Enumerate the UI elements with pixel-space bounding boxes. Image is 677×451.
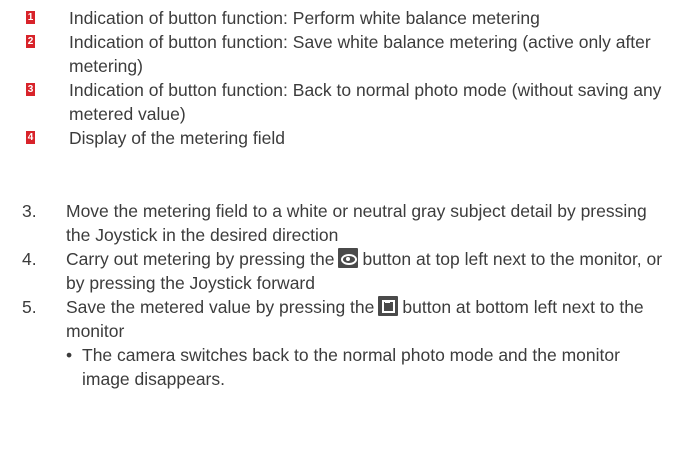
legend-marker-1: 1 (26, 11, 35, 24)
step-5: 5. Save the metered value by pressing th… (22, 295, 670, 343)
step-3: 3. Move the metering field to a white or… (22, 199, 670, 247)
legend-item: 1 Indication of button function: Perform… (26, 6, 666, 30)
eye-icon (338, 248, 359, 268)
step-text: Save the metered value by pressing the bu… (66, 295, 670, 343)
step-text: Move the metering field to a white or ne… (66, 201, 647, 245)
step-number: 4. (22, 249, 37, 269)
step-text: Carry out metering by pressing the button… (66, 247, 670, 295)
legend-marker-2: 2 (26, 35, 35, 48)
legend-text-3: Indication of button function: Back to n… (69, 80, 662, 124)
legend-marker-4: 4 (26, 131, 35, 144)
steps-list: 3. Move the metering field to a white or… (22, 199, 670, 391)
legend-marker-3: 3 (26, 83, 35, 96)
save-icon (378, 296, 399, 316)
step-text-before: Save the metered value by pressing the (66, 297, 375, 317)
legend-text-1: Indication of button function: Perform w… (69, 8, 540, 28)
legend-item: 4 Display of the metering field (26, 126, 666, 150)
step-4: 4. Carry out metering by pressing the but… (22, 247, 670, 295)
legend-text-4: Display of the metering field (69, 128, 285, 148)
step-text-before: Carry out metering by pressing the (66, 249, 335, 269)
step-number: 3. (22, 201, 37, 221)
legend-item: 3 Indication of button function: Back to… (26, 78, 666, 126)
bullet-text: The camera switches back to the normal p… (82, 345, 620, 389)
legend-item: 2 Indication of button function: Save wh… (26, 30, 666, 78)
step-number: 5. (22, 297, 37, 317)
legend-text-2: Indication of button function: Save whit… (69, 32, 651, 76)
result-bullet: • The camera switches back to the normal… (22, 343, 670, 391)
legend-list: 1 Indication of button function: Perform… (26, 6, 666, 150)
bullet-symbol: • (66, 345, 73, 365)
